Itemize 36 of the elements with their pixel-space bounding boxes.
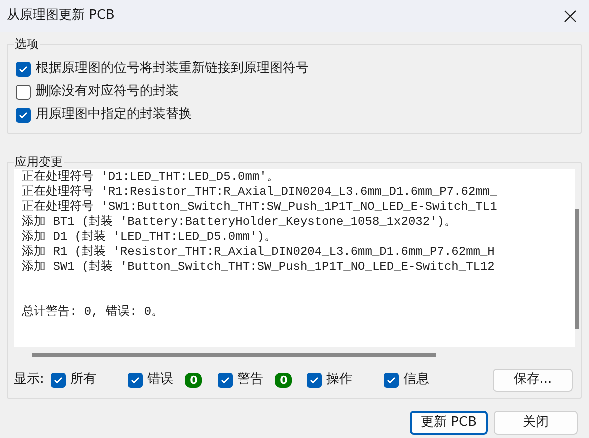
checkbox[interactable] [307, 372, 322, 388]
group-title: 应用变更 [14, 154, 64, 170]
checkbox[interactable] [16, 108, 31, 122]
log-line: 正在处理符号 'SW1:Button_Switch_THT:SW_Push_1P1T_NO_LED_E-Switch_TL1 [22, 200, 498, 215]
dialog-button[interactable]: 更新 PCB [410, 411, 488, 435]
filter-option-label: 警告 [237, 371, 264, 390]
log-line: 添加 R1 (封装 'Resistor_THT:R_Axial_DIN0204_L3.6mm_D1.6mm_P7.62mm_H [22, 245, 496, 260]
scrollbar[interactable] [575, 209, 579, 329]
option-label: 删除没有对应符号的封装 [36, 83, 179, 102]
option-label: 用原理图中指定的封装替换 [36, 106, 192, 124]
close-icon[interactable] [564, 10, 577, 22]
log-summary: 总计警告: 0, 错误: 0。 [22, 305, 165, 320]
count-badge: 0 [185, 372, 202, 388]
checkbox[interactable] [16, 84, 31, 100]
log-line: 添加 BT1 (封装 'Battery:BatteryHolder_Keystone_1058_1x2032')。 [22, 215, 458, 230]
filter-option-label: 错误 [147, 371, 174, 390]
log-line: 正在处理符号 'D1:LED_THT:LED_D5.0mm'。 [22, 170, 280, 185]
window-title: 从原理图更新 PCB [7, 7, 115, 26]
save-button[interactable]: 保存... [493, 368, 573, 392]
option-label: 根据原理图的位号将封装重新链接到原理图符号 [36, 60, 309, 78]
checkbox[interactable] [218, 372, 234, 388]
log-line: 添加 D1 (封装 'LED_THT:LED_D5.0mm')。 [22, 230, 278, 245]
filter-option-label: 操作 [326, 371, 352, 390]
filter-option-label: 信息 [403, 371, 430, 390]
log-line: 正在处理符号 'R1:Resistor_THT:R_Axial_DIN0204_L3.6mm_D1.6mm_P7.62mm_ [22, 185, 498, 200]
checkbox[interactable] [51, 372, 66, 388]
log-line: 添加 SW1 (封装 'Button_Switch_THT:SW_Push_1P1T_NO_LED_E-Switch_TL12 [22, 260, 496, 275]
filter-option-label: 所有 [70, 371, 96, 390]
count-badge: 0 [275, 372, 292, 388]
checkbox[interactable] [16, 62, 31, 76]
dialog-button[interactable]: 关闭 [494, 411, 578, 435]
checkbox[interactable] [128, 372, 144, 388]
group-title: 选项 [14, 36, 40, 52]
checkbox[interactable] [384, 372, 400, 388]
filter-label: 显示: [14, 371, 44, 390]
scrollbar[interactable] [32, 353, 436, 358]
